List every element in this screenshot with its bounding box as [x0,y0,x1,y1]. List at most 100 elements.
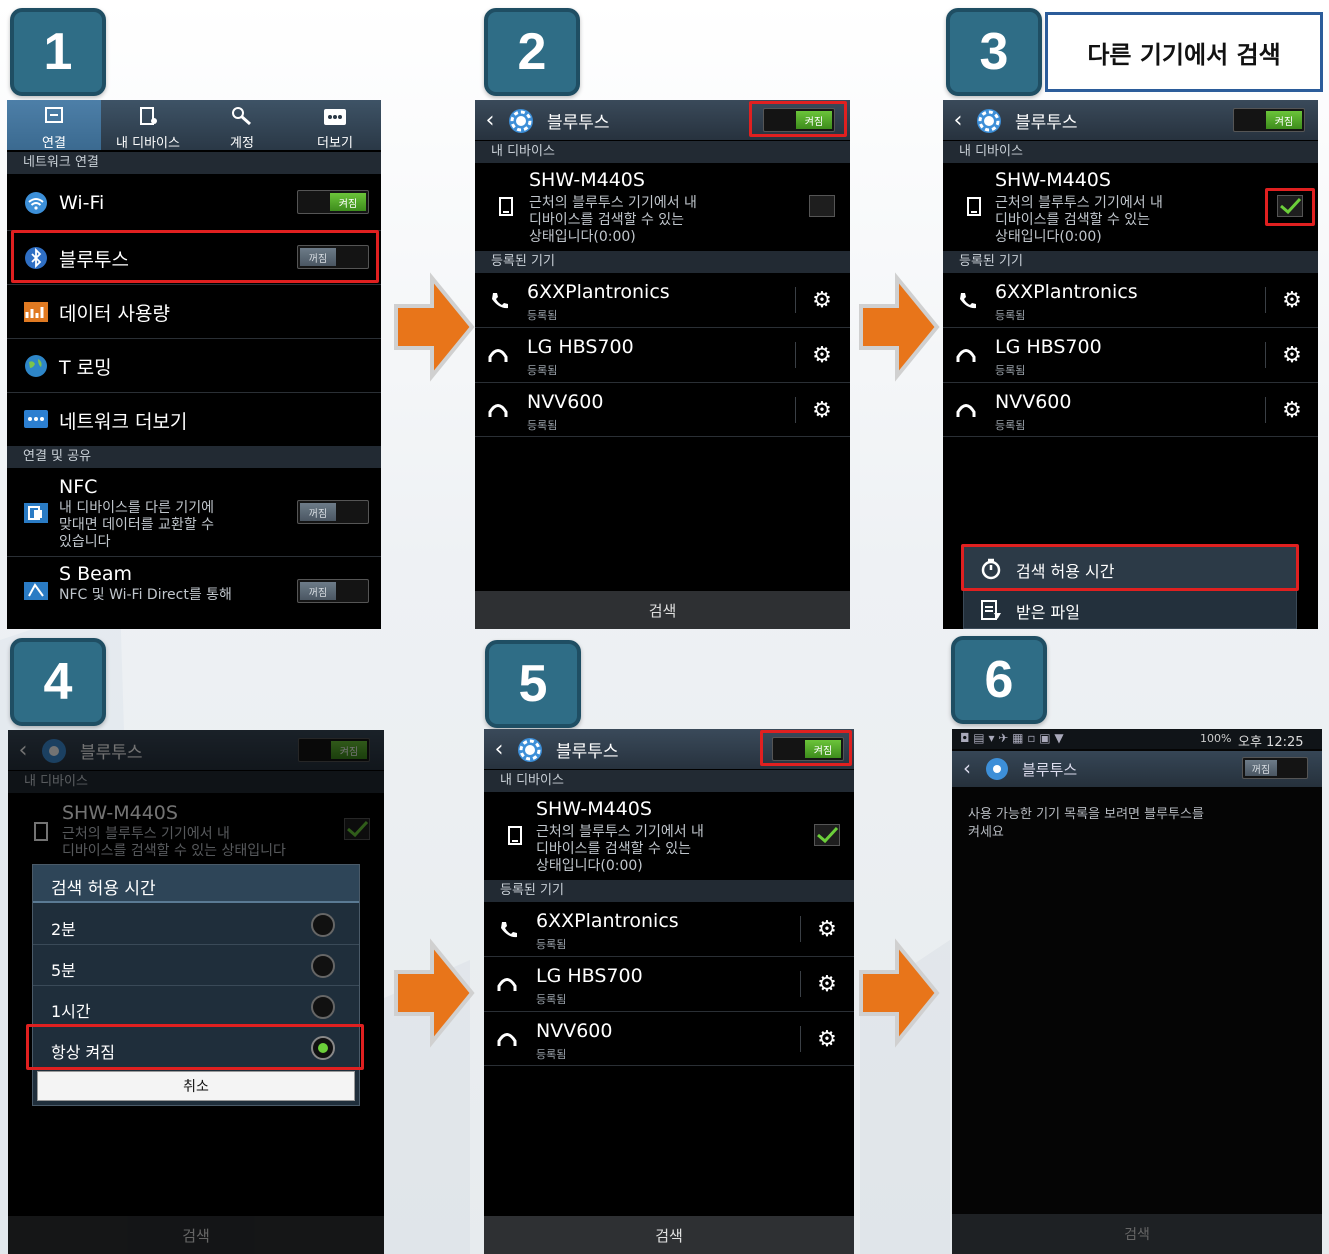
settings-gear-icon[interactable]: ⚙ [1279,342,1305,368]
my-device-row[interactable]: SHW-M440S 근처의 블루투스 기기에서 내 디바이스를 검색할 수 있는… [475,163,850,249]
visibility-checkbox[interactable] [814,824,840,846]
search-button[interactable]: 검색 [475,591,850,629]
menu-item-visibility-timeout[interactable]: 검색 허용 시간 [964,547,1298,589]
section-header-my-device: 내 디바이스 [943,141,1318,163]
callout-text: 다른 기기에서 검색 [1087,40,1281,69]
menu-item-received-files[interactable]: 받은 파일 [964,589,1298,629]
sbeam-toggle[interactable]: 꺼짐 [297,579,369,603]
back-icon: ‹ [18,737,28,763]
settings-gear-icon[interactable]: ⚙ [809,397,835,423]
settings-gear-icon[interactable]: ⚙ [1279,287,1305,313]
radio-button[interactable] [311,995,335,1019]
more-icon [324,109,346,125]
device-name: 6XXPlantronics [995,281,1138,303]
radio-button[interactable] [311,913,335,937]
bluetooth-toggle[interactable]: 켜짐 [1233,108,1305,132]
settings-gear-icon[interactable]: ⚙ [814,1026,840,1052]
section-header-my-device: 내 디바이스 [484,770,854,792]
device-name: SHW-M440S [995,169,1111,191]
visibility-checkbox[interactable] [1277,195,1303,217]
device-row[interactable]: 6XXPlantronics 등록됨 ⚙ [943,273,1318,326]
headset-icon [956,404,976,417]
screen-timeout-dialog: ‹ 블루투스 켜짐 내 디바이스 SHW-M440S 근처의 블루투스 기기에서… [8,730,384,1254]
tab-my-device[interactable]: 내 디바이스 [101,100,195,151]
radio-button[interactable] [311,954,335,978]
device-row[interactable]: 6XXPlantronics 등록됨 ⚙ [475,273,850,326]
tab-more[interactable]: 더보기 [289,100,381,151]
device-row[interactable]: LG HBS700 등록됨 ⚙ [475,328,850,381]
settings-gear-icon[interactable]: ⚙ [809,342,835,368]
data-usage-label: 데이터 사용량 [59,303,170,325]
device-desc: 근처의 블루투스 기기에서 내 [536,824,704,840]
device-row[interactable]: 6XXPlantronics 등록됨 ⚙ [484,902,854,955]
roaming-row[interactable]: T 로밍 [7,339,381,391]
nfc-row[interactable]: NFC 내 디바이스를 다른 기기에 맞대면 데이터를 교환할 수 있습니다 꺼… [7,470,381,554]
more-networks-label: 네트워크 더보기 [59,411,188,433]
device-name: NVV600 [536,1020,613,1042]
toggle-state: 켜짐 [796,111,832,129]
data-usage-row[interactable]: 데이터 사용량 [7,285,381,337]
option-2min[interactable]: 2분 [33,905,359,945]
radio-button-selected[interactable] [311,1036,335,1060]
status-icons: ◘ ▤ ▾ ✈ ▦ ▫ ▣ ▼ [960,731,1064,745]
settings-gear-icon[interactable]: ⚙ [814,971,840,997]
option-1hour[interactable]: 1시간 [33,987,359,1027]
wifi-row[interactable]: Wi-Fi 켜짐 [7,176,381,228]
device-row[interactable]: LG HBS700 등록됨 ⚙ [484,957,854,1010]
cancel-button[interactable]: 취소 [37,1071,355,1101]
device-icon [140,107,157,125]
back-icon[interactable]: ‹ [960,756,974,780]
option-label: 2분 [51,920,76,939]
device-row[interactable]: NVV600 등록됨 ⚙ [484,1012,854,1065]
key-icon [232,107,251,126]
device-row[interactable]: NVV600 등록됨 ⚙ [943,383,1318,436]
option-5min[interactable]: 5분 [33,946,359,986]
sbeam-row[interactable]: S Beam NFC 및 Wi-Fi Direct를 통해 꺼짐 [7,557,381,629]
settings-gear-icon[interactable]: ⚙ [809,287,835,313]
device-desc: 상태입니다(0:00) [529,229,636,245]
device-row[interactable]: NVV600 등록됨 ⚙ [475,383,850,436]
wifi-toggle[interactable]: 켜짐 [297,190,369,214]
tab-connections[interactable]: 연결 [7,100,101,151]
settings-gear-icon[interactable]: ⚙ [814,916,840,942]
header-title: 블루투스 [1015,113,1078,133]
search-button[interactable]: 검색 [952,1214,1322,1254]
visibility-checkbox[interactable] [809,195,835,217]
search-label: 검색 [182,1226,210,1245]
divider [795,342,796,368]
gear-icon [518,738,542,762]
header-title: 블루투스 [547,113,610,133]
option-always-on[interactable]: 항상 켜짐 [33,1028,359,1068]
dialog-title: 검색 허용 시간 [51,879,156,899]
gear-icon [986,758,1008,780]
bluetooth-row[interactable]: 블루투스 꺼짐 [7,231,381,283]
step-badge-2: 2 [484,8,580,96]
divider [800,1026,801,1052]
toggle-state: 꺼짐 [300,582,336,600]
tab-label: 내 디바이스 [116,136,180,151]
chart-icon [24,302,48,322]
bluetooth-toggle[interactable]: 켜짐 [772,737,844,761]
arrow-right-icon [859,938,940,1048]
bluetooth-toggle[interactable]: 꺼짐 [297,245,369,269]
back-icon[interactable]: ‹ [483,108,497,133]
tab-label: 더보기 [317,136,353,151]
checkmark-icon [347,820,369,838]
back-icon[interactable]: ‹ [492,737,506,762]
phone-icon [967,197,981,216]
settings-gear-icon[interactable]: ⚙ [1279,397,1305,423]
search-button[interactable]: 검색 [484,1216,854,1254]
nfc-toggle[interactable]: 꺼짐 [297,500,369,524]
tab-accounts[interactable]: 계정 [195,100,289,151]
step-badge-6: 6 [951,636,1047,724]
back-icon[interactable]: ‹ [951,108,965,133]
callout-box: 다른 기기에서 검색 [1045,12,1323,92]
my-device-row[interactable]: SHW-M440S 근처의 블루투스 기기에서 내 디바이스를 검색할 수 있는… [484,792,854,878]
bluetooth-toggle[interactable]: 꺼짐 [1242,757,1308,779]
my-device-row[interactable]: SHW-M440S 근처의 블루투스 기기에서 내 디바이스를 검색할 수 있는… [943,163,1318,249]
device-desc: 디바이스를 검색할 수 있는 [529,212,685,228]
more-networks-row[interactable]: 네트워크 더보기 [7,393,381,445]
bluetooth-toggle[interactable]: 켜짐 [763,108,835,132]
device-row[interactable]: LG HBS700 등록됨 ⚙ [943,328,1318,381]
device-name: 6XXPlantronics [527,281,670,303]
